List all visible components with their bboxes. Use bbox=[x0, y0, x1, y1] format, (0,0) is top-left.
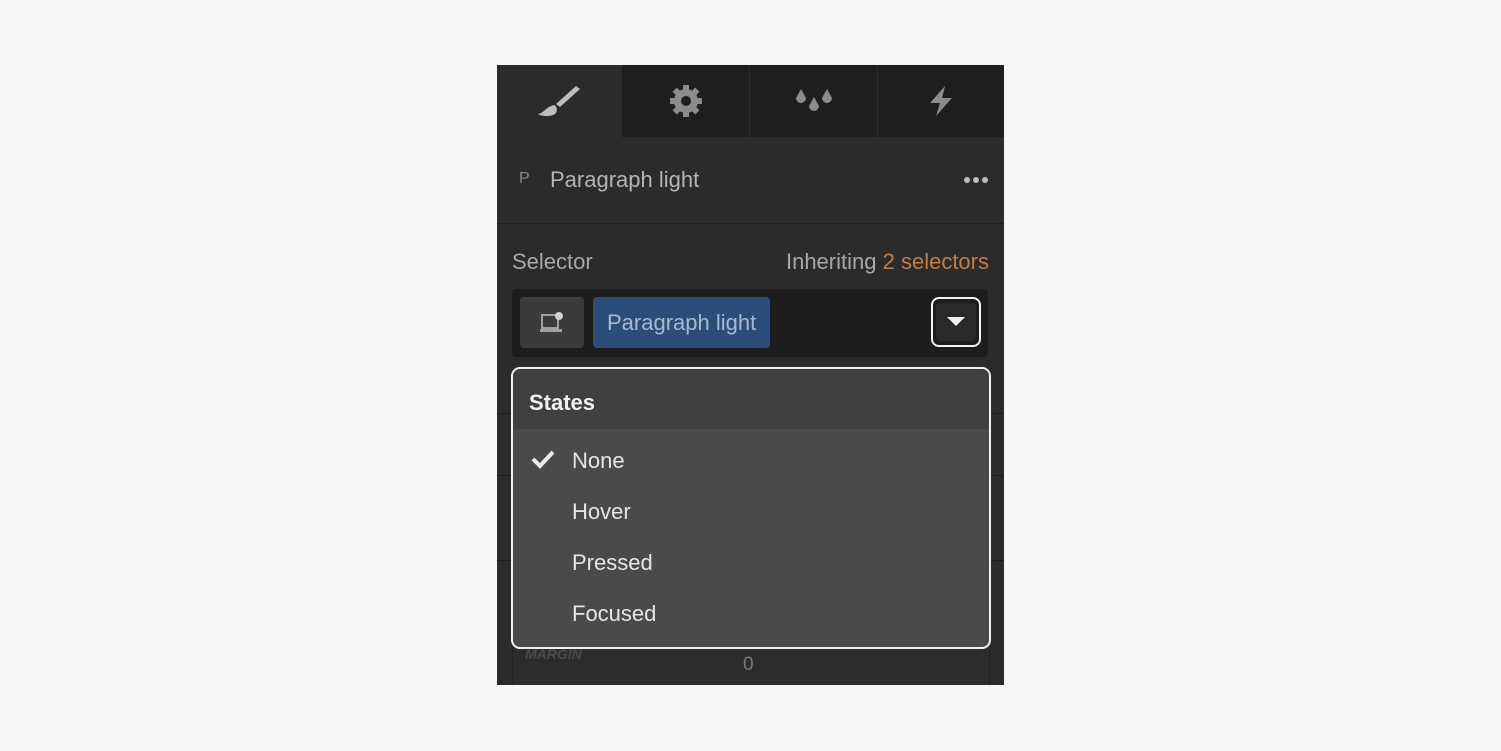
tab-style[interactable] bbox=[497, 65, 621, 137]
state-label: Hover bbox=[572, 499, 631, 524]
tab-settings[interactable] bbox=[621, 65, 749, 137]
margin-box[interactable]: MARGIN 0 bbox=[512, 643, 990, 685]
selector-chip[interactable]: Paragraph light bbox=[593, 297, 771, 348]
inheriting-count-link[interactable]: 2 selectors bbox=[883, 249, 989, 274]
element-header: P Paragraph light bbox=[497, 137, 1004, 224]
state-label: Focused bbox=[572, 601, 657, 626]
state-option-none[interactable]: None bbox=[513, 434, 989, 485]
lightning-icon bbox=[930, 86, 952, 116]
device-icon bbox=[540, 311, 563, 332]
panel-tabs bbox=[497, 65, 1004, 137]
states-dropdown-button[interactable] bbox=[931, 297, 981, 347]
inheriting-info: Inheriting 2 selectors bbox=[786, 249, 989, 275]
states-title: States bbox=[513, 369, 989, 429]
paintbrush-icon bbox=[538, 86, 580, 117]
check-icon bbox=[531, 450, 555, 469]
droplets-icon bbox=[795, 89, 832, 111]
margin-top-value[interactable]: 0 bbox=[743, 654, 754, 676]
state-option-focused[interactable]: Focused bbox=[513, 587, 989, 638]
state-label: Pressed bbox=[572, 550, 653, 575]
state-option-hover[interactable]: Hover bbox=[513, 485, 989, 536]
gear-icon bbox=[669, 85, 702, 117]
element-name: Paragraph light bbox=[550, 167, 700, 192]
device-button[interactable] bbox=[520, 297, 584, 348]
selector-field[interactable]: Paragraph light bbox=[512, 289, 988, 357]
more-options-icon[interactable] bbox=[964, 177, 988, 183]
state-label: None bbox=[572, 448, 625, 473]
element-tag-icon: P bbox=[519, 170, 530, 187]
selector-label: Selector bbox=[512, 249, 593, 274]
tab-style-manager[interactable] bbox=[749, 65, 877, 137]
states-dropdown: States None Hover Pressed Focused bbox=[511, 367, 991, 649]
tab-interactions[interactable] bbox=[877, 65, 1004, 137]
caret-down-icon bbox=[947, 317, 965, 326]
inheriting-prefix: Inheriting bbox=[785, 249, 877, 274]
state-option-pressed[interactable]: Pressed bbox=[513, 536, 989, 587]
